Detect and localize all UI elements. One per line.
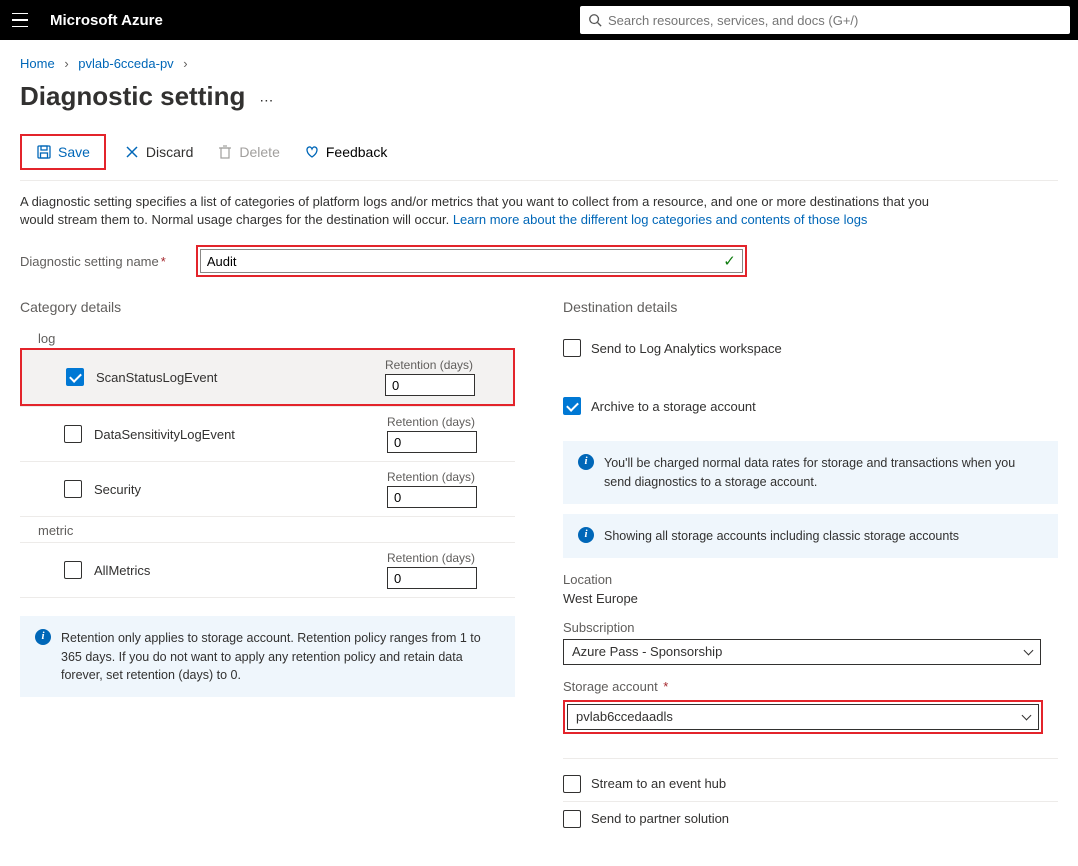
setting-name-input[interactable] [207,254,723,269]
subscription-label: Subscription [563,620,1058,635]
hamburger-icon[interactable] [8,8,32,32]
check-icon: ✓ [723,252,736,270]
metric-row-allmetrics: AllMetrics Retention (days) [20,542,515,597]
checkbox-allmetrics[interactable] [64,561,82,579]
feedback-button[interactable]: Feedback [298,140,393,164]
info-icon: i [578,527,594,543]
global-search[interactable] [580,6,1070,34]
chevron-right-icon: › [64,56,68,71]
checkbox-datasensitivity[interactable] [64,425,82,443]
save-button[interactable]: Save [30,140,96,164]
retention-label: Retention (days) [387,470,507,484]
discard-button[interactable]: Discard [118,140,199,164]
archive-label: Archive to a storage account [591,399,756,414]
brand-label: Microsoft Azure [50,12,163,29]
info-icon: i [578,454,594,470]
event-hub-label: Stream to an event hub [591,776,726,791]
category-details-column: Category details log ScanStatusLogEvent … [20,299,515,835]
log-label: DataSensitivityLogEvent [94,427,375,442]
retention-label: Retention (days) [385,358,505,372]
learn-more-link[interactable]: Learn more about the different log categ… [453,212,868,227]
storage-account-select[interactable]: pvlab6ccedaadls [567,704,1039,730]
checkbox-event-hub[interactable] [563,775,581,793]
delete-button: Delete [211,140,285,164]
chevron-right-icon: › [183,56,187,71]
save-icon [36,144,52,160]
log-row-scanstatus: ScanStatusLogEvent Retention (days) [20,348,515,406]
retention-input-scanstatus[interactable] [385,374,475,396]
log-group-label: log [38,331,515,346]
setting-name-label: Diagnostic setting name* [20,254,166,269]
log-label: Security [94,482,375,497]
heart-icon [304,144,320,160]
checkbox-security[interactable] [64,480,82,498]
location-label: Location [563,572,1058,587]
location-value: West Europe [563,591,638,606]
retention-input-security[interactable] [387,486,477,508]
retention-input-datasensitivity[interactable] [387,431,477,453]
page-title: Diagnostic setting [20,81,245,112]
log-label: ScanStatusLogEvent [96,370,373,385]
breadcrumb-home[interactable]: Home [20,56,55,71]
archive-info-accounts: i Showing all storage accounts including… [563,514,1058,558]
breadcrumb: Home › pvlab-6cceda-pv › [20,56,1058,71]
search-input[interactable] [608,13,1062,28]
retention-label: Retention (days) [387,415,507,429]
top-bar: Microsoft Azure [0,0,1078,40]
retention-label: Retention (days) [387,551,507,565]
subscription-select[interactable]: Azure Pass - Sponsorship [563,639,1041,665]
close-icon [124,144,140,160]
storage-account-label: Storage account * [563,679,1058,694]
search-icon [588,13,602,27]
toolbar: Save Discard Delete Feedback [20,134,1058,181]
checkbox-log-analytics[interactable] [563,339,581,357]
log-row-datasensitivity: DataSensitivityLogEvent Retention (days) [20,406,515,461]
destination-details-column: Destination details Send to Log Analytic… [563,299,1058,835]
category-heading: Category details [20,299,515,315]
checkbox-partner[interactable] [563,810,581,828]
chevron-down-icon [1024,646,1034,656]
retention-info-box: i Retention only applies to storage acco… [20,616,515,696]
retention-input-allmetrics[interactable] [387,567,477,589]
partner-label: Send to partner solution [591,811,729,826]
chevron-down-icon [1022,711,1032,721]
checkbox-archive-storage[interactable] [563,397,581,415]
more-actions-button[interactable]: ⋯ [259,92,275,109]
setting-name-input-wrap[interactable]: ✓ [200,249,743,273]
metric-group-label: metric [38,523,515,538]
metric-label: AllMetrics [94,563,375,578]
intro-text: A diagnostic setting specifies a list of… [20,193,940,229]
info-icon: i [35,629,51,645]
archive-info-charges: i You'll be charged normal data rates fo… [563,441,1058,503]
checkbox-scanstatus[interactable] [66,368,84,386]
trash-icon [217,144,233,160]
breadcrumb-resource[interactable]: pvlab-6cceda-pv [78,56,173,71]
log-analytics-label: Send to Log Analytics workspace [591,341,782,356]
destination-heading: Destination details [563,299,1058,315]
log-row-security: Security Retention (days) [20,461,515,516]
